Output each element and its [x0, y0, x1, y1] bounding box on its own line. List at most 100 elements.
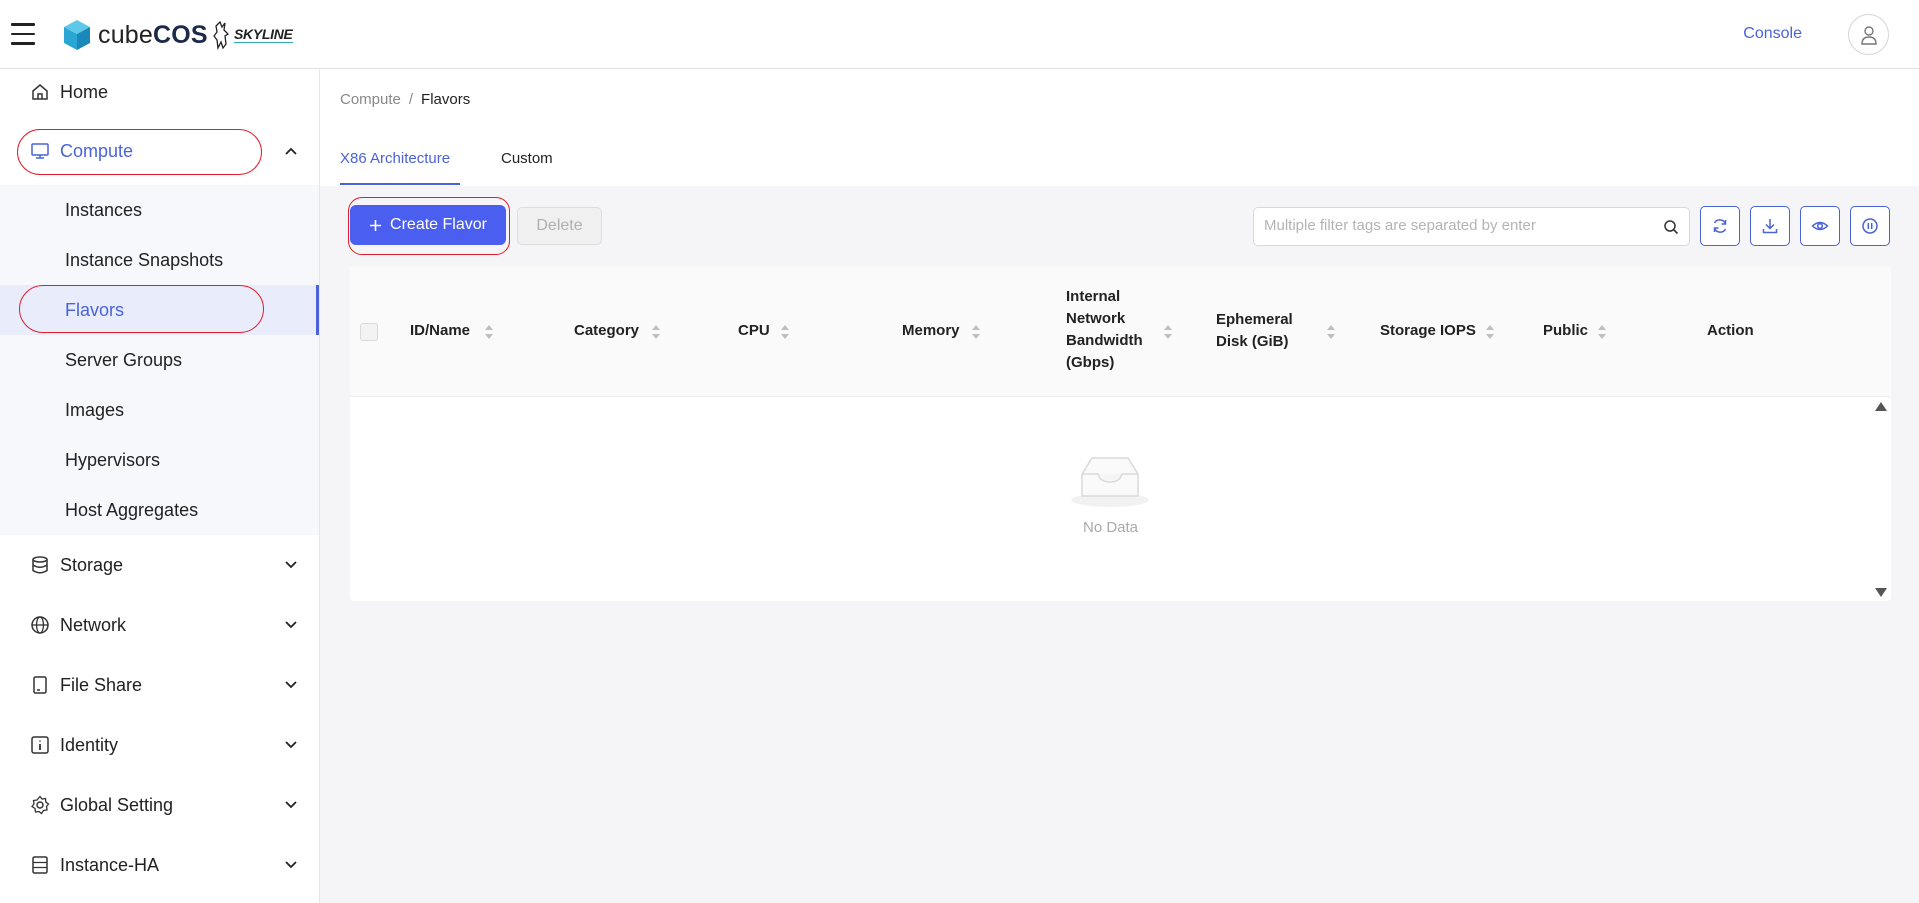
- sidebar-item-global-setting[interactable]: Global Setting: [0, 782, 319, 828]
- sidebar-item-label: Instance-HA: [60, 854, 160, 875]
- sort-icon[interactable]: [1485, 324, 1495, 340]
- sidebar-item-instance-ha[interactable]: Instance-HA: [0, 842, 319, 888]
- column-header-id-name[interactable]: ID/Name: [410, 320, 470, 342]
- server-icon: [32, 856, 48, 874]
- sidebar-item-label: Identity: [60, 734, 119, 755]
- chevron-down-icon[interactable]: [284, 858, 298, 872]
- pause-button[interactable]: [1850, 206, 1890, 246]
- sidebar-item-compute[interactable]: Compute: [0, 128, 319, 174]
- pause-circle-icon: [1862, 218, 1878, 234]
- sort-icon[interactable]: [780, 324, 790, 340]
- sidebar-item-label: Server Groups: [65, 349, 183, 370]
- refresh-button[interactable]: [1700, 206, 1740, 246]
- active-tab-indicator: [340, 183, 460, 185]
- column-header-cpu[interactable]: CPU: [738, 320, 770, 342]
- scroll-down-arrow[interactable]: [1875, 588, 1887, 597]
- menu-icon[interactable]: [11, 23, 35, 45]
- tab-x86-architecture[interactable]: X86 Architecture: [340, 150, 450, 167]
- scroll-up-arrow[interactable]: [1875, 402, 1887, 411]
- select-all-checkbox[interactable]: [360, 323, 378, 341]
- sidebar-item-home[interactable]: Home: [0, 69, 319, 115]
- sort-icon[interactable]: [651, 324, 661, 340]
- sidebar-item-label: Images: [65, 399, 125, 420]
- sidebar: Home Compute Instances Instance Snapshot…: [0, 69, 320, 903]
- compute-submenu: Instances Instance Snapshots Flavors Ser…: [0, 185, 319, 535]
- chevron-down-icon[interactable]: [284, 678, 298, 692]
- file-share-icon: [33, 676, 47, 694]
- refresh-icon: [1713, 219, 1727, 233]
- column-header-memory[interactable]: Memory: [902, 320, 960, 342]
- sort-icon[interactable]: [1597, 324, 1607, 340]
- column-header-category[interactable]: Category: [574, 320, 639, 342]
- user-avatar[interactable]: [1848, 14, 1889, 55]
- skyline-text: SKYLINE: [234, 26, 293, 43]
- sort-icon[interactable]: [484, 324, 494, 340]
- sidebar-item-label: Host Aggregates: [65, 499, 199, 520]
- search-box: [1253, 207, 1690, 246]
- sort-icon[interactable]: [971, 324, 981, 340]
- delete-button[interactable]: Delete: [517, 207, 602, 245]
- plus-icon: [370, 219, 382, 231]
- sidebar-item-label: Hypervisors: [65, 449, 161, 470]
- chevron-down-icon[interactable]: [284, 618, 298, 632]
- gear-icon: [31, 795, 50, 815]
- eye-icon: [1811, 221, 1829, 231]
- tab-custom[interactable]: Custom: [501, 150, 553, 167]
- column-header-public[interactable]: Public: [1543, 320, 1588, 342]
- flavors-table: ID/Name Category CPU Memory Internal Net…: [350, 266, 1891, 601]
- column-header-storage-iops[interactable]: Storage IOPS: [1380, 320, 1476, 342]
- empty-inbox-icon: [1071, 457, 1149, 507]
- sidebar-item-instances[interactable]: Instances: [0, 185, 319, 235]
- sidebar-item-label: Storage: [60, 554, 124, 575]
- chevron-down-icon[interactable]: [284, 558, 298, 572]
- sidebar-item-identity[interactable]: Identity: [0, 722, 319, 768]
- create-flavor-label: Create Flavor: [390, 216, 487, 233]
- empty-state-text: No Data: [1082, 519, 1139, 536]
- sidebar-item-storage[interactable]: Storage: [0, 542, 319, 588]
- sidebar-item-file-share[interactable]: File Share: [0, 662, 319, 708]
- chevron-up-icon[interactable]: [284, 144, 298, 158]
- database-icon: [32, 556, 48, 574]
- column-visibility-button[interactable]: [1800, 206, 1840, 246]
- column-header-action: Action: [1707, 322, 1754, 339]
- home-icon: [32, 84, 48, 100]
- sidebar-item-label: File Share: [60, 674, 143, 695]
- top-header: cubeCOS SKYLINE Console: [0, 0, 1919, 69]
- sidebar-item-label: Network: [60, 614, 127, 635]
- sidebar-item-label: Compute: [60, 140, 134, 161]
- sidebar-item-label: Instances: [65, 199, 143, 220]
- breadcrumb-parent-link[interactable]: Compute: [340, 91, 401, 108]
- cube-logo-icon: [64, 20, 90, 50]
- column-header-ephemeral-disk[interactable]: Ephemeral Disk (GiB): [1216, 309, 1293, 353]
- chevron-down-icon[interactable]: [284, 738, 298, 752]
- sidebar-item-instance-snapshots[interactable]: Instance Snapshots: [0, 235, 319, 285]
- sidebar-item-label: Instance Snapshots: [65, 249, 224, 270]
- chevron-down-icon[interactable]: [284, 798, 298, 812]
- console-link[interactable]: Console: [1743, 25, 1802, 43]
- sidebar-item-server-groups[interactable]: Server Groups: [0, 335, 319, 385]
- sidebar-item-images[interactable]: Images: [0, 385, 319, 435]
- page-header: [320, 69, 1919, 186]
- sort-icon[interactable]: [1326, 324, 1336, 340]
- monitor-icon: [31, 143, 49, 159]
- create-flavor-button[interactable]: Create Flavor: [350, 205, 506, 245]
- user-icon: [1860, 25, 1877, 45]
- sidebar-item-host-aggregates[interactable]: Host Aggregates: [0, 485, 319, 535]
- search-input[interactable]: [1264, 217, 1644, 234]
- skyline-mascot-icon: [213, 20, 230, 50]
- sort-icon[interactable]: [1163, 324, 1173, 340]
- sidebar-item-label: Flavors: [65, 299, 125, 320]
- skyline-logo: SKYLINE: [212, 20, 293, 50]
- sidebar-item-flavors[interactable]: Flavors: [0, 285, 319, 335]
- sidebar-item-hypervisors[interactable]: Hypervisors: [0, 435, 319, 485]
- sidebar-item-network[interactable]: Network: [0, 602, 319, 648]
- breadcrumb-current: Flavors: [421, 91, 471, 108]
- search-icon[interactable]: [1663, 219, 1679, 235]
- sidebar-item-label: Global Setting: [60, 794, 174, 815]
- download-button[interactable]: [1750, 206, 1790, 246]
- table-header: ID/Name Category CPU Memory Internal Net…: [350, 266, 1891, 397]
- info-icon: [31, 736, 49, 754]
- download-icon: [1762, 219, 1778, 234]
- cubecos-logo[interactable]: cubeCOS: [62, 19, 208, 51]
- column-header-bandwidth[interactable]: Internal Network Bandwidth (Gbps): [1066, 286, 1143, 374]
